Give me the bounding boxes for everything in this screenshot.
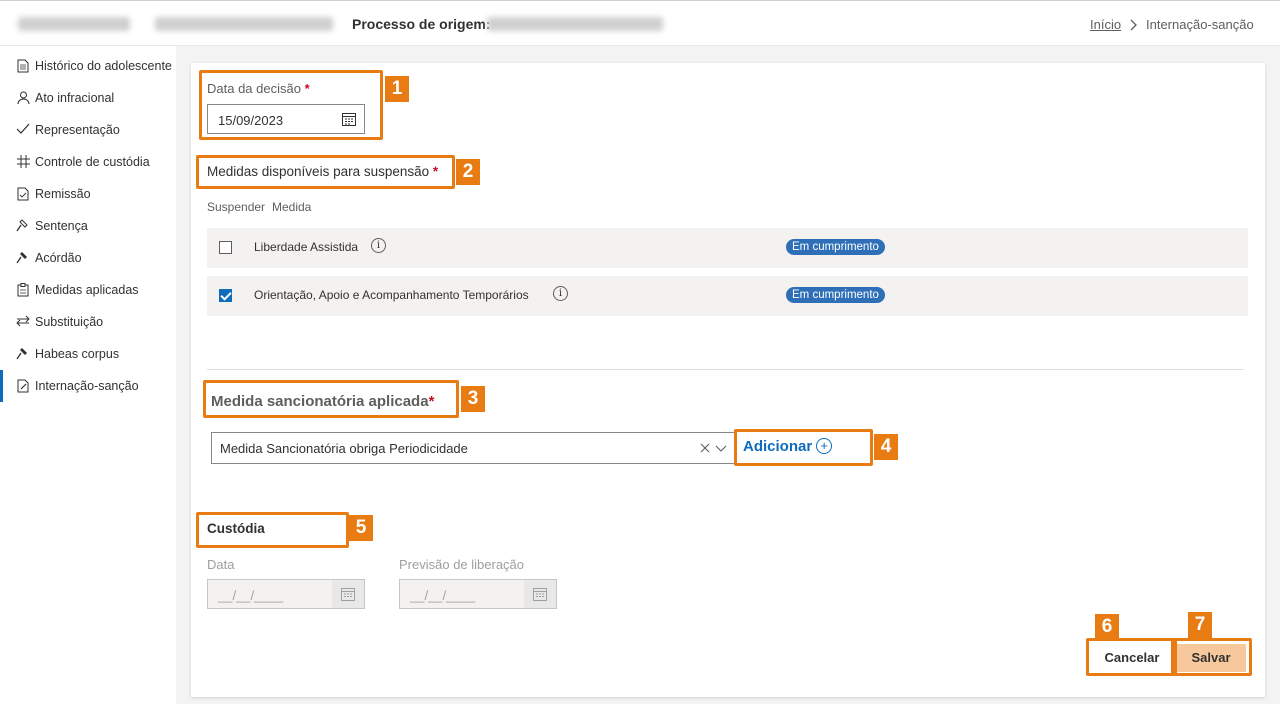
annotation-number-7: 7: [1188, 612, 1212, 638]
release-forecast-field: __/__/____: [399, 579, 557, 609]
clear-icon[interactable]: [700, 439, 710, 456]
sidebar-item-label: Habeas corpus: [35, 347, 120, 361]
sidebar-item-label: Sentença: [35, 219, 88, 233]
sidebar-item-label: Controle de custódia: [35, 155, 150, 169]
sidebar-item-label: Medidas aplicadas: [35, 283, 139, 297]
gavel-icon: [16, 347, 30, 361]
redacted-process-number: [155, 17, 333, 31]
divider: [207, 369, 1244, 370]
origin-process-label: Processo de origem:: [352, 16, 491, 32]
sidebar-item-medidas-aplicadas[interactable]: Medidas aplicadas: [0, 274, 176, 306]
info-icon[interactable]: i: [553, 286, 568, 301]
annotation-highlight-1: [199, 70, 383, 140]
annotation-number-6: 6: [1095, 614, 1119, 640]
sidebar-item-label: Ato infracional: [35, 91, 115, 105]
sidebar-item-historico[interactable]: Histórico do adolescente: [0, 50, 176, 82]
annotation-number-3: 3: [461, 386, 485, 412]
calendar-icon: [524, 580, 556, 608]
sidebar-item-label: Representação: [35, 123, 120, 137]
measure-name: Orientação, Apoio e Acompanhamento Tempo…: [254, 288, 529, 302]
sidebar-item-remissao[interactable]: Remissão: [0, 178, 176, 210]
sidebar-item-label: Histórico do adolescente: [35, 59, 172, 73]
sidebar-item-sentenca[interactable]: Sentença: [0, 210, 176, 242]
sanction-measure-value: Medida Sancionatória obriga Periodicidad…: [220, 441, 468, 456]
sidebar-item-representacao[interactable]: Representação: [0, 114, 176, 146]
status-badge: Em cumprimento: [786, 239, 885, 255]
calendar-icon: [332, 580, 364, 608]
sidebar-item-substituicao[interactable]: Substituição: [0, 306, 176, 338]
annotation-number-5: 5: [349, 515, 373, 541]
sidebar-item-internacao-sancao[interactable]: Internação-sanção: [0, 370, 176, 402]
document-icon: [16, 59, 30, 73]
custody-date-field: __/__/____: [207, 579, 365, 609]
redacted-name: [18, 17, 130, 31]
sidebar-item-label: Internação-sanção: [35, 379, 139, 393]
checkmark-icon: [16, 123, 30, 137]
sidebar-item-label: Remissão: [35, 187, 91, 201]
custody-date-placeholder: __/__/____: [218, 588, 284, 603]
person-icon: [16, 91, 30, 105]
measure-name: Liberdade Assistida: [254, 240, 359, 254]
sidebar-item-label: Acórdão: [35, 251, 82, 265]
annotation-number-1: 1: [385, 76, 409, 102]
suspend-checkbox[interactable]: [219, 241, 232, 254]
clipboard-icon: [16, 283, 30, 297]
column-header-suspend: Suspender: [207, 200, 266, 214]
annotation-highlight-6-7: [1086, 638, 1252, 676]
annotation-number-4: 4: [874, 434, 898, 460]
gavel-icon: [16, 219, 30, 233]
sidebar-item-ato-infracional[interactable]: Ato infracional: [0, 82, 176, 114]
annotation-highlight-5: [196, 512, 349, 548]
top-bar: Processo de origem: Início Internação-sa…: [0, 0, 1280, 46]
redacted-origin-process: [487, 17, 663, 31]
grid-icon: [16, 155, 30, 169]
annotation-highlight-3: [203, 380, 459, 418]
sidebar: Histórico do adolescente Ato infracional…: [0, 46, 176, 704]
sidebar-item-acordao[interactable]: Acórdão: [0, 242, 176, 274]
gavel-icon: [16, 251, 30, 265]
column-header-measure: Medida: [272, 200, 312, 214]
sanction-measure-combobox[interactable]: Medida Sancionatória obriga Periodicidad…: [211, 432, 735, 464]
annotation-number-2: 2: [456, 159, 480, 185]
chevron-down-icon[interactable]: [715, 438, 727, 456]
breadcrumb-current: Internação-sanção: [1146, 17, 1254, 32]
edit-document-icon: [16, 379, 30, 393]
annotation-highlight-2: [196, 155, 455, 189]
sidebar-item-habeas-corpus[interactable]: Habeas corpus: [0, 338, 176, 370]
info-icon[interactable]: i: [371, 238, 386, 253]
chevron-right-icon: [1129, 15, 1137, 34]
annotation-divider-6-7: [1171, 638, 1177, 676]
annotation-highlight-4: [734, 429, 873, 466]
sidebar-item-label: Substituição: [35, 315, 104, 329]
suspend-checkbox[interactable]: [219, 289, 232, 302]
release-forecast-label: Previsão de liberação: [399, 557, 525, 572]
table-row: Liberdade Assistida i Em cumprimento: [207, 228, 1248, 268]
status-badge: Em cumprimento: [786, 287, 885, 303]
release-forecast-placeholder: __/__/____: [410, 588, 476, 603]
document-icon: [16, 187, 30, 201]
custody-date-label: Data: [207, 557, 235, 572]
swap-icon: [16, 315, 30, 329]
sidebar-item-controle-custodia[interactable]: Controle de custódia: [0, 146, 176, 178]
breadcrumb-home[interactable]: Início: [1090, 17, 1121, 32]
table-row: Orientação, Apoio e Acompanhamento Tempo…: [207, 276, 1248, 316]
